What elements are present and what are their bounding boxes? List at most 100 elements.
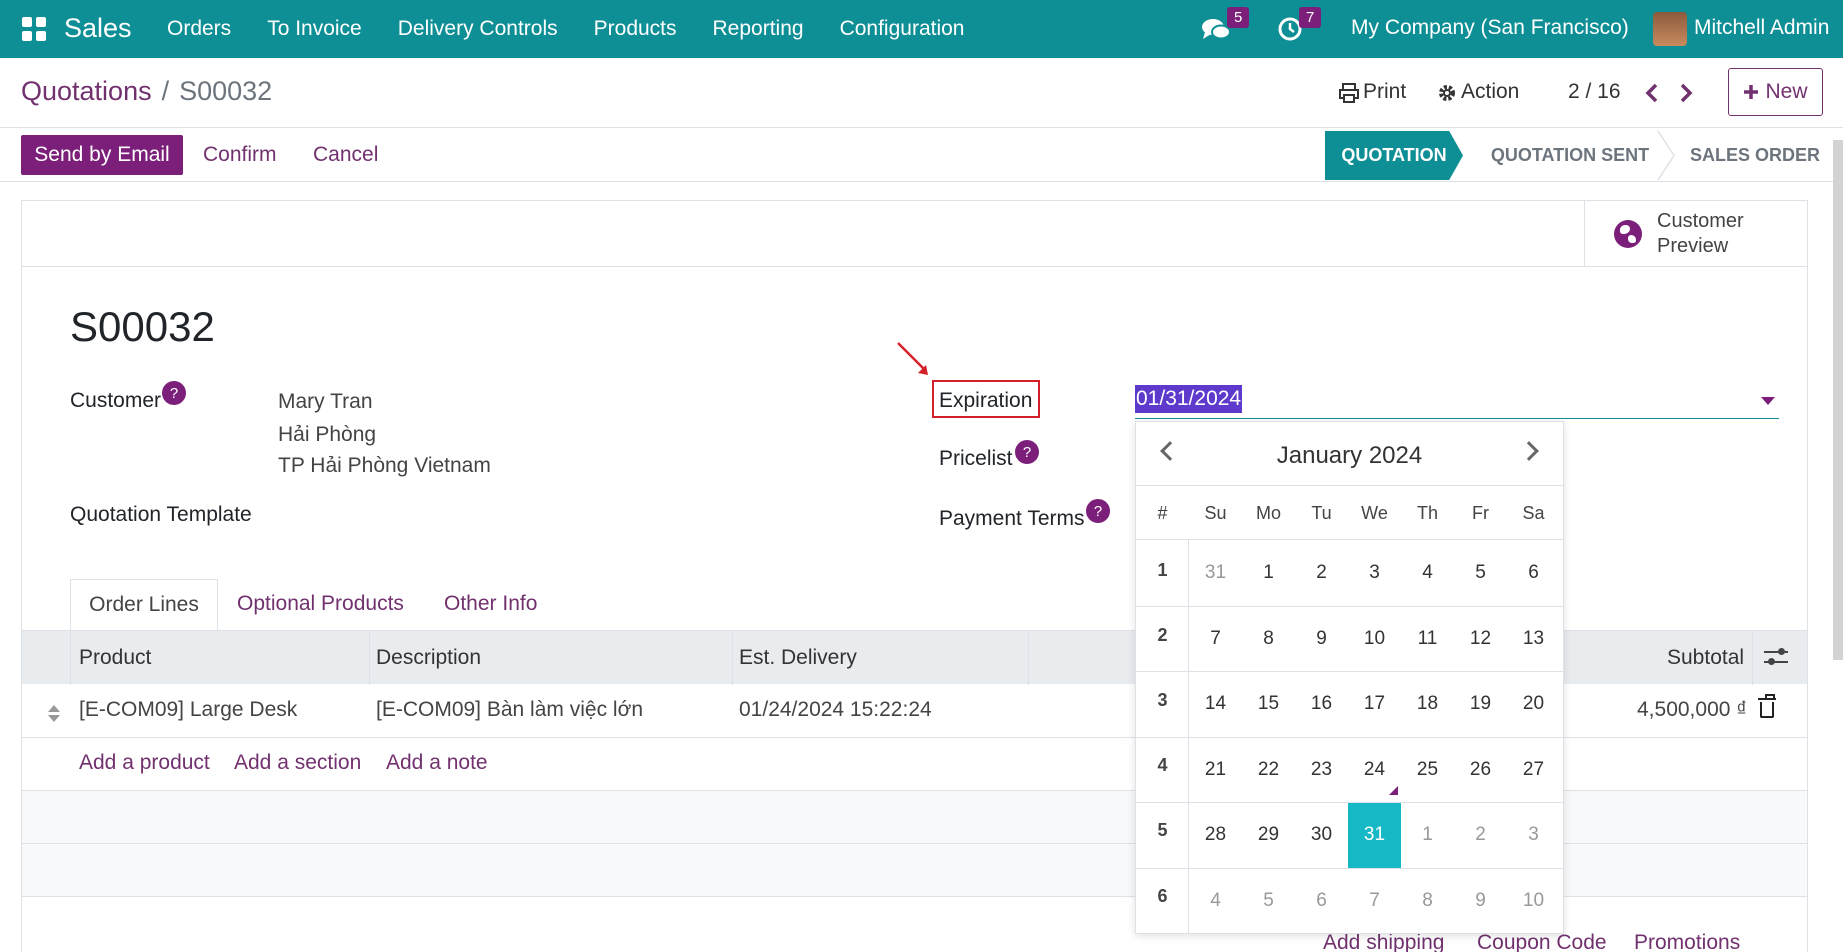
datepicker-day[interactable]: 9 [1454, 869, 1507, 934]
tab-optional-products[interactable]: Optional Products [237, 579, 404, 631]
app-name[interactable]: Sales [64, 13, 132, 44]
print-icon[interactable] [1339, 83, 1359, 103]
confirm-button[interactable]: Confirm [203, 143, 277, 167]
payment-terms-help-icon[interactable]: ? [1086, 499, 1110, 523]
print-button[interactable]: Print [1363, 80, 1406, 104]
datepicker-day[interactable]: 5 [1242, 869, 1295, 934]
datepicker-day[interactable]: 21 [1189, 738, 1242, 803]
stage-quotation[interactable]: QUOTATION [1325, 131, 1463, 180]
menu-to-invoice[interactable]: To Invoice [267, 17, 362, 41]
datepicker-day[interactable]: 3 [1507, 803, 1560, 868]
datepicker-day[interactable]: 4 [1401, 541, 1454, 606]
datepicker-day[interactable]: 27 [1507, 738, 1560, 803]
expiration-date-input[interactable]: 01/31/2024 [1135, 385, 1779, 419]
datepicker-day[interactable]: 2 [1295, 541, 1348, 606]
column-divider [369, 631, 370, 685]
header-subtotal[interactable]: Subtotal [1667, 646, 1744, 670]
datepicker-day[interactable]: 31 [1189, 541, 1242, 606]
menu-reporting[interactable]: Reporting [713, 17, 804, 41]
pager-next-icon[interactable] [1679, 82, 1693, 104]
menu-products[interactable]: Products [594, 17, 677, 41]
datepicker-day[interactable]: 18 [1401, 672, 1454, 737]
datepicker-day[interactable]: 26 [1454, 738, 1507, 803]
control-panel: Quotations / S00032 Print Action 2 / 16 Ne… [0, 58, 1843, 128]
pager-prev-icon[interactable] [1645, 82, 1659, 104]
datepicker-day[interactable]: 8 [1401, 869, 1454, 934]
datepicker-day-selected[interactable]: 31 [1348, 803, 1401, 868]
datepicker-day[interactable]: 22 [1242, 738, 1295, 803]
pricelist-help-icon[interactable]: ? [1015, 440, 1039, 464]
menu-orders[interactable]: Orders [167, 17, 231, 41]
datepicker-day[interactable]: 15 [1242, 672, 1295, 737]
datepicker-day[interactable]: 9 [1295, 607, 1348, 672]
datepicker-day[interactable]: 7 [1348, 869, 1401, 934]
drag-handle-icon[interactable] [48, 705, 60, 725]
page-scrollbar[interactable] [1833, 140, 1843, 660]
datepicker-day[interactable]: 3 [1348, 541, 1401, 606]
datepicker-day[interactable]: 14 [1189, 672, 1242, 737]
datepicker-day[interactable]: 8 [1242, 607, 1295, 672]
action-button[interactable]: Action [1461, 80, 1519, 104]
company-switcher[interactable]: My Company (San Francisco) [1351, 16, 1629, 40]
expiration-date-value[interactable]: 01/31/2024 [1135, 385, 1243, 413]
customer-help-icon[interactable]: ? [162, 381, 186, 405]
payment-terms-label: Payment Terms [939, 507, 1085, 530]
datepicker-day[interactable]: 10 [1507, 869, 1560, 934]
datepicker-day[interactable]: 23 [1295, 738, 1348, 803]
column-settings-icon[interactable] [1764, 645, 1788, 669]
promotions-button[interactable]: Promotions [1634, 931, 1740, 952]
customer-name[interactable]: Mary Tran [278, 390, 373, 414]
datepicker-day[interactable]: 25 [1401, 738, 1454, 803]
add-product-link[interactable]: Add a product [79, 751, 210, 775]
row-product[interactable]: [E-COM09] Large Desk [79, 698, 297, 722]
week-number: 5 [1157, 820, 1168, 840]
header-description[interactable]: Description [376, 646, 481, 670]
datepicker-day[interactable]: 11 [1401, 607, 1454, 672]
user-avatar[interactable] [1653, 12, 1687, 46]
apps-menu-icon[interactable] [22, 17, 46, 41]
cancel-button[interactable]: Cancel [313, 143, 378, 167]
datepicker-day[interactable]: 16 [1295, 672, 1348, 737]
menu-delivery-controls[interactable]: Delivery Controls [398, 17, 558, 41]
user-menu[interactable]: Mitchell Admin [1694, 16, 1829, 40]
tab-other-info[interactable]: Other Info [444, 579, 537, 631]
coupon-code-button[interactable]: Coupon Code [1477, 931, 1607, 952]
tab-order-lines[interactable]: Order Lines [70, 579, 218, 631]
datepicker-day[interactable]: 1 [1242, 541, 1295, 606]
new-button[interactable]: New [1728, 68, 1823, 116]
add-note-link[interactable]: Add a note [386, 751, 488, 775]
stage-quotation-sent[interactable]: QUOTATION SENT [1475, 131, 1665, 180]
menu-configuration[interactable]: Configuration [840, 17, 965, 41]
header-product[interactable]: Product [79, 646, 151, 670]
datepicker-day[interactable]: 29 [1242, 803, 1295, 868]
chevron-down-icon[interactable] [1761, 397, 1775, 405]
datepicker-day[interactable]: 19 [1454, 672, 1507, 737]
breadcrumb-quotations[interactable]: Quotations [21, 76, 152, 106]
datepicker-month-title[interactable]: January 2024 [1136, 442, 1563, 470]
row-description[interactable]: [E-COM09] Bàn làm việc lớn [376, 698, 643, 722]
row-est-delivery[interactable]: 01/24/2024 15:22:24 [739, 698, 932, 722]
datepicker-day[interactable]: 20 [1507, 672, 1560, 737]
add-section-link[interactable]: Add a section [234, 751, 361, 775]
datepicker-day[interactable]: 6 [1295, 869, 1348, 934]
gear-icon[interactable] [1437, 83, 1457, 103]
stage-sales-order[interactable]: SALES ORDER [1680, 131, 1830, 180]
datepicker-day[interactable]: 10 [1348, 607, 1401, 672]
header-est-delivery[interactable]: Est. Delivery [739, 646, 857, 670]
datepicker-day[interactable]: 5 [1454, 541, 1507, 606]
datepicker-day[interactable]: 13 [1507, 607, 1560, 672]
customer-preview-button[interactable]: Customer Preview [1584, 201, 1807, 267]
datepicker-day[interactable]: 4 [1189, 869, 1242, 934]
send-by-email-button[interactable]: Send by Email [21, 135, 183, 175]
pager-value[interactable]: 2 / 16 [1568, 80, 1621, 104]
add-shipping-button[interactable]: Add shipping [1323, 931, 1444, 952]
datepicker-day[interactable]: 17 [1348, 672, 1401, 737]
datepicker-day[interactable]: 30 [1295, 803, 1348, 868]
datepicker-day[interactable]: 2 [1454, 803, 1507, 868]
datepicker-day[interactable]: 12 [1454, 607, 1507, 672]
trash-icon[interactable] [1758, 694, 1776, 718]
datepicker-day[interactable]: 28 [1189, 803, 1242, 868]
datepicker-day[interactable]: 7 [1189, 607, 1242, 672]
datepicker-day[interactable]: 6 [1507, 541, 1560, 606]
datepicker-day[interactable]: 1 [1401, 803, 1454, 868]
